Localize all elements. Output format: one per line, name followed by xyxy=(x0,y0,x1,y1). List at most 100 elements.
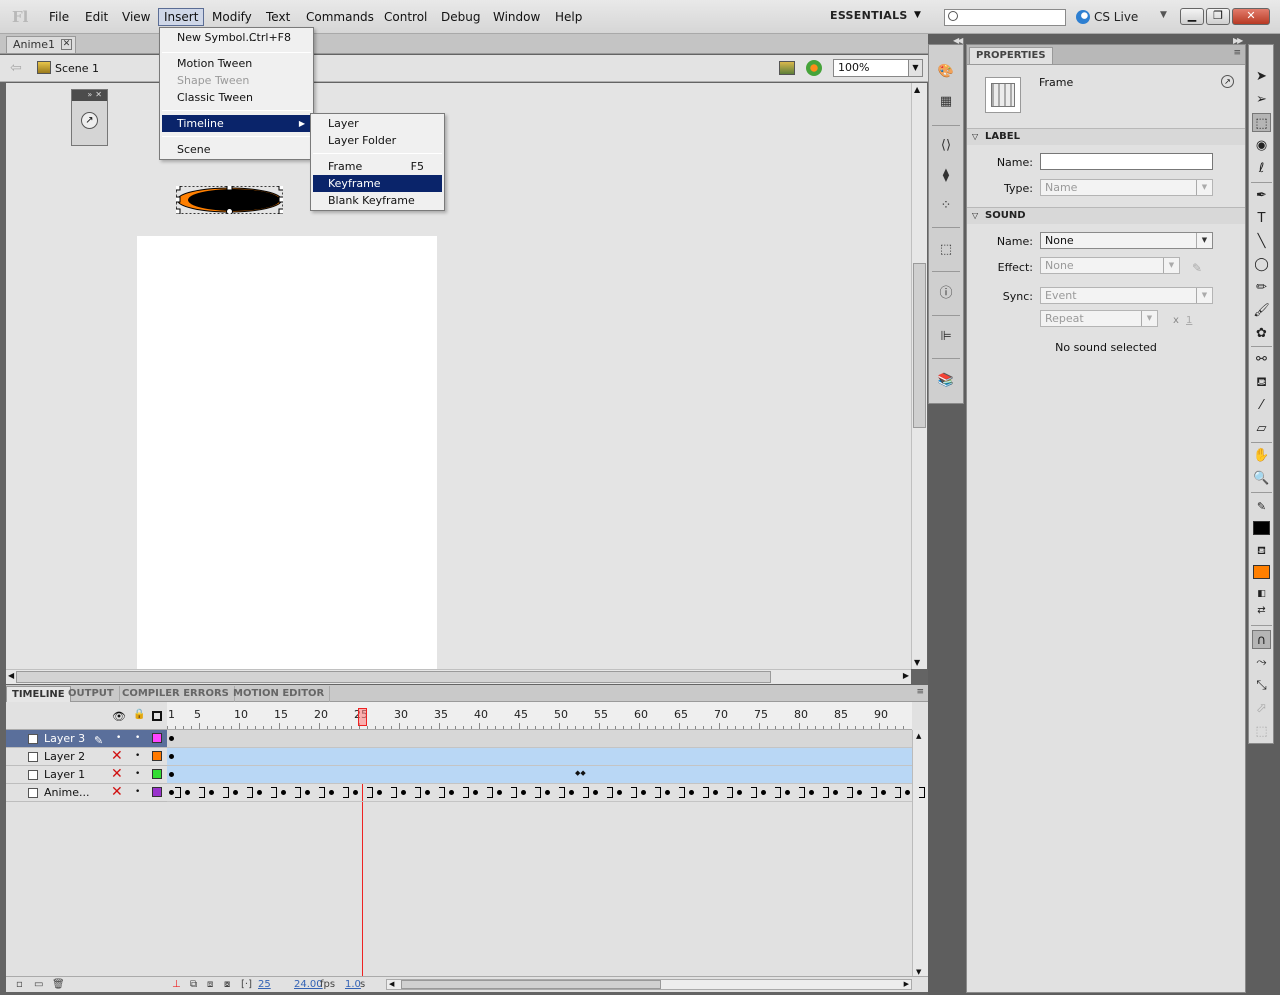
keyframe-dot[interactable] xyxy=(233,790,238,795)
keyframe-dot[interactable] xyxy=(281,790,286,795)
zoom-select[interactable]: 100% ▼ xyxy=(833,59,923,77)
keyframe-dot[interactable] xyxy=(169,736,174,741)
onion-outlines-icon[interactable]: ⧈ xyxy=(207,979,213,990)
tab-output[interactable]: OUTPUT xyxy=(63,686,120,702)
document-tab[interactable]: Anime1 ✕ xyxy=(6,36,77,53)
menu-debug[interactable]: Debug xyxy=(436,8,485,26)
lock-dot[interactable]: • xyxy=(135,730,140,747)
layer-row[interactable]: Layer 2 ✕ • xyxy=(6,748,167,766)
new-folder-icon[interactable]: ▭ xyxy=(34,979,43,990)
keyframe-dot[interactable] xyxy=(401,790,406,795)
layer-row[interactable]: Anime... ✕ • xyxy=(6,784,167,802)
back-arrow-icon[interactable]: ⇦ xyxy=(10,60,22,76)
frame-row[interactable] xyxy=(167,748,912,766)
keyframe-dot[interactable] xyxy=(257,790,262,795)
color-icon[interactable]: 🎨 xyxy=(937,63,955,81)
lasso-tool-icon[interactable]: ℓ xyxy=(1252,159,1271,178)
swatches-icon[interactable]: ▦ xyxy=(937,93,955,111)
motion-presets-icon[interactable]: ⁘ xyxy=(937,197,955,215)
hidden-layer-icon[interactable]: ✕ xyxy=(111,784,123,801)
hidden-layer-icon[interactable]: ✕ xyxy=(111,748,123,765)
menu-frame[interactable]: Frame F5 xyxy=(313,158,442,175)
scroll-down-icon[interactable]: ▼ xyxy=(916,968,921,976)
keyframe-dot[interactable] xyxy=(169,790,174,795)
keyframe-dot[interactable] xyxy=(169,772,174,777)
keyframe-dot[interactable] xyxy=(833,790,838,795)
stage-vertical-scrollbar[interactable]: ▲ ▼ xyxy=(911,83,927,669)
keyframe-dot[interactable] xyxy=(593,790,598,795)
cs-live-icon[interactable] xyxy=(1076,10,1090,24)
outline-icon[interactable] xyxy=(152,711,162,721)
frame-label-name-input[interactable] xyxy=(1040,153,1213,170)
library-icon[interactable]: 📚 xyxy=(937,372,955,390)
menu-help[interactable]: Help xyxy=(550,8,587,26)
help-icon[interactable]: ↗ xyxy=(1221,75,1234,88)
frame-row[interactable] xyxy=(167,730,912,748)
snap-to-objects-icon[interactable]: ∩ xyxy=(1252,630,1271,649)
menu-window[interactable]: Window xyxy=(488,8,545,26)
layer-name[interactable]: Layer 2 xyxy=(44,748,85,765)
pasteboard[interactable]: »✕ ↗ xyxy=(6,83,911,669)
modify-markers-icon[interactable]: [·] xyxy=(241,979,252,990)
scroll-left-icon[interactable]: ◀ xyxy=(8,671,14,680)
text-tool-icon[interactable]: T xyxy=(1252,209,1271,228)
playhead[interactable] xyxy=(358,708,367,726)
keyframe-dot[interactable] xyxy=(521,790,526,795)
keyframe-dot[interactable] xyxy=(329,790,334,795)
keyframe-dot[interactable] xyxy=(473,790,478,795)
keyframe-dot[interactable] xyxy=(689,790,694,795)
menu-scene[interactable]: Scene xyxy=(162,141,311,158)
current-frame-value[interactable]: 25 xyxy=(258,979,271,990)
keyframe-dot[interactable] xyxy=(449,790,454,795)
scroll-up-icon[interactable]: ▲ xyxy=(914,85,920,94)
keyframe-dot[interactable] xyxy=(353,790,358,795)
layer-name[interactable]: Layer 3 xyxy=(44,730,85,747)
edit-symbols-icon[interactable] xyxy=(806,60,822,76)
keyframe-dot[interactable] xyxy=(617,790,622,795)
lock-dot[interactable]: • xyxy=(135,766,140,783)
actions-icon[interactable]: ⟨⟩ xyxy=(937,137,955,155)
keyframe-dot[interactable] xyxy=(569,790,574,795)
menu-control[interactable]: Control xyxy=(379,8,432,26)
pen-tool-icon[interactable]: ✒ xyxy=(1252,186,1271,205)
onion-skin-icon[interactable]: ⧉ xyxy=(190,979,197,990)
keyframe-dot[interactable] xyxy=(737,790,742,795)
help-search-input[interactable] xyxy=(944,9,1066,26)
keyframe-dot[interactable] xyxy=(209,790,214,795)
fps-value[interactable]: 24.00 xyxy=(294,979,323,990)
hidden-layer-icon[interactable]: ✕ xyxy=(111,766,123,783)
scroll-thumb[interactable] xyxy=(401,980,661,989)
ellipse-shape[interactable] xyxy=(176,186,283,214)
stage[interactable] xyxy=(137,236,437,669)
keyframe-dot[interactable] xyxy=(809,790,814,795)
frame-ruler[interactable]: 151015202530354045505560657075808590 xyxy=(167,702,912,730)
info-icon[interactable]: ⓘ xyxy=(937,285,955,303)
smooth-icon[interactable]: ⤳ xyxy=(1252,653,1271,672)
layer-name[interactable]: Layer 1 xyxy=(44,766,85,783)
scroll-right-icon[interactable]: ▶ xyxy=(904,980,909,988)
straighten-icon[interactable]: ⤡ xyxy=(1252,676,1271,695)
close-icon[interactable]: ✕ xyxy=(61,39,73,50)
swap-colors-icon[interactable]: ⇄ xyxy=(1252,601,1271,620)
delete-icon[interactable]: 🗑 xyxy=(52,979,65,990)
edit-scene-icon[interactable] xyxy=(779,61,795,75)
eyedropper-tool-icon[interactable]: ⁄ xyxy=(1252,396,1271,415)
close-button[interactable]: ✕ xyxy=(1232,8,1270,25)
menu-file[interactable]: File xyxy=(44,8,74,26)
chevron-down-icon[interactable]: ▼ xyxy=(914,10,921,20)
keyframe-dot[interactable] xyxy=(377,790,382,795)
menu-insert[interactable]: Insert xyxy=(158,8,205,26)
tab-timeline[interactable]: TIMELINE xyxy=(6,686,71,702)
layer-outline-color[interactable] xyxy=(152,787,162,797)
lock-dot[interactable]: • xyxy=(135,748,140,765)
stage-horizontal-scrollbar[interactable]: ◀ ▶ xyxy=(6,669,911,684)
brush-tool-icon[interactable]: 🖌 xyxy=(1252,301,1271,320)
keyframe-dot[interactable] xyxy=(665,790,670,795)
layer-name[interactable]: Anime... xyxy=(44,784,90,801)
center-frame-icon[interactable]: ⊥ xyxy=(172,979,181,990)
scene-breadcrumb[interactable]: Scene 1 xyxy=(55,62,99,75)
floating-panel-bar[interactable]: »✕ xyxy=(72,90,107,101)
menu-blank-keyframe[interactable]: Blank Keyframe xyxy=(313,192,442,209)
restore-button[interactable]: ❐ xyxy=(1206,8,1230,25)
minimize-button[interactable]: ▁ xyxy=(1180,8,1204,25)
